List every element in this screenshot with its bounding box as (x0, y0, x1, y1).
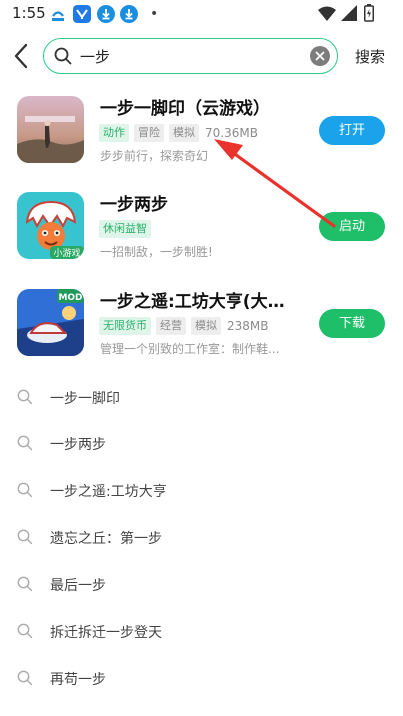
suggestion-item[interactable]: 一步之遥:工坊大亨 (0, 468, 403, 514)
search-button[interactable]: 搜索 (355, 46, 385, 67)
search-icon (17, 482, 33, 498)
tag: 无限货币 (99, 317, 151, 335)
suggestion-label: 最后一步 (50, 578, 106, 594)
suggestion-label: 一步一脚印 (50, 391, 120, 407)
file-size: 70.36MB (205, 126, 258, 140)
suggestion-label: 再苟一步 (50, 672, 106, 688)
result-card[interactable]: 一步一脚印（云游戏） 动作 冒险 模拟 70.36MB 步步前行，探索奇幻 打开 (0, 90, 403, 172)
suggestion-item[interactable]: 拆迁拆迁一步登天 (0, 609, 403, 655)
search-icon (17, 435, 33, 451)
suggestion-item[interactable]: 最后一步 (0, 562, 403, 608)
suggestion-label: 拆迁拆迁一步登天 (50, 625, 162, 641)
suggestion-item[interactable]: 再苟一步 (0, 656, 403, 702)
suggestion-item[interactable]: 遗忘之丘：第一步 (0, 515, 403, 561)
result-description: 一招制敌，一步制胜! (100, 245, 213, 259)
mod-badge: MOD (58, 293, 82, 303)
download-notification-icon (97, 5, 115, 23)
result-tags: 休闲益智 (99, 220, 156, 238)
search-icon (17, 529, 33, 545)
mini-game-badge: 小游戏 (53, 247, 80, 259)
launch-button[interactable]: 启动 (319, 212, 385, 241)
wifi-icon (318, 6, 336, 21)
tag: 模拟 (169, 124, 199, 142)
download-button[interactable]: 下载 (319, 309, 385, 338)
status-time: 1:55 (12, 4, 46, 22)
game-icon-mini-game: 小游戏 (17, 192, 84, 259)
download-notification-icon-2 (120, 5, 138, 23)
result-tags: 动作 冒险 模拟 70.36MB (99, 124, 258, 142)
close-icon (315, 51, 325, 61)
suggestion-item[interactable]: 一步两步 (0, 421, 403, 467)
game-icon-workshop: MOD (17, 289, 84, 356)
status-bar: 1:55 • (0, 0, 403, 30)
result-description: 步步前行，探索奇幻 (100, 149, 209, 163)
search-icon (54, 47, 72, 65)
result-tags: 无限货币 经营 模拟 238MB (99, 317, 269, 335)
search-icon (17, 623, 33, 639)
result-title: 一步一脚印（云游戏） (100, 99, 270, 119)
tag: 休闲益智 (99, 220, 151, 238)
result-card[interactable]: 小游戏 一步两步 休闲益智 一招制敌，一步制胜! 启动 (0, 186, 403, 268)
search-header: 搜索 (0, 36, 403, 76)
suggestion-label: 遗忘之丘：第一步 (50, 531, 162, 547)
game-icon-baby-steps (17, 96, 84, 163)
file-size: 238MB (227, 319, 269, 333)
back-arrow-icon[interactable] (10, 41, 34, 71)
more-notifications-dot: • (150, 6, 159, 22)
tag: 动作 (99, 124, 129, 142)
suggestion-label: 一步之遥:工坊大亨 (50, 484, 167, 500)
open-button[interactable]: 打开 (319, 116, 385, 145)
suggestion-item[interactable]: 一步一脚印 (0, 375, 403, 421)
result-card[interactable]: MOD 一步之遥:工坊大亨(大量... 无限货币 经营 模拟 238MB 管理一… (0, 283, 403, 365)
tag: 经营 (156, 317, 186, 335)
tag: 模拟 (191, 317, 221, 335)
cloud-app-notification-icon (49, 5, 67, 23)
result-description: 管理一个别致的工作室：制作鞋... (100, 342, 280, 356)
battery-icon (364, 4, 374, 22)
search-icon (17, 389, 33, 405)
app-notification-icon (73, 5, 91, 23)
cellular-signal-icon (341, 5, 357, 21)
search-icon (17, 670, 33, 686)
tag: 冒险 (134, 124, 164, 142)
search-icon (17, 576, 33, 592)
clear-search-button[interactable] (310, 46, 330, 66)
search-box[interactable] (43, 38, 338, 74)
suggestion-label: 一步两步 (50, 437, 106, 453)
result-title: 一步两步 (100, 195, 168, 215)
result-title: 一步之遥:工坊大亨(大量... (100, 292, 300, 312)
search-input[interactable] (80, 43, 300, 69)
